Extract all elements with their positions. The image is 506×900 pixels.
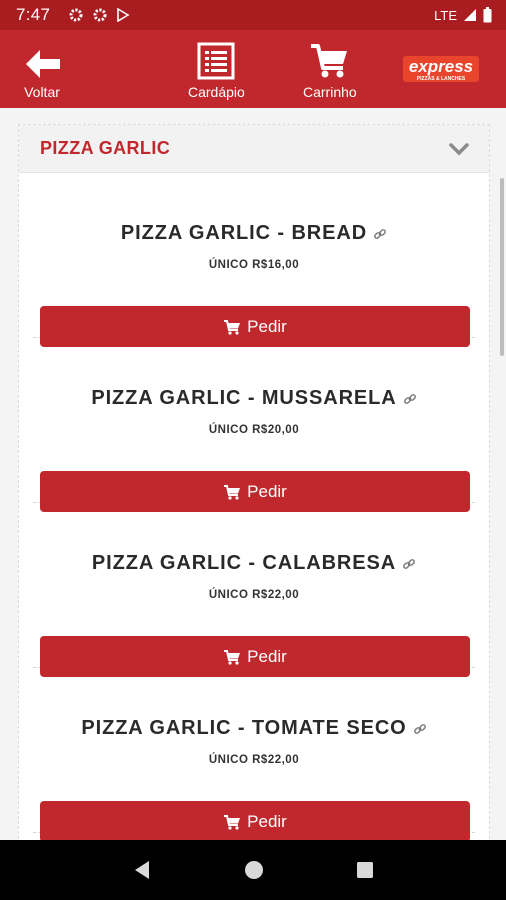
menu-item-name: PIZZA GARLIC - CALABRESA xyxy=(91,552,397,574)
status-time: 7:47 xyxy=(16,5,51,24)
arrow-left-icon xyxy=(26,50,60,78)
menu-item-title: PIZZA GARLIC - MUSSARELA xyxy=(33,387,475,410)
menu-item: PIZZA GARLIC - BREAD ÚNICO R$16,00 Pedir xyxy=(33,173,475,347)
svg-text:PIZZAS & LANCHES: PIZZAS & LANCHES xyxy=(417,76,466,82)
cart-icon xyxy=(310,44,347,78)
home-nav-icon[interactable] xyxy=(243,859,265,881)
menu-item-price: ÚNICO R$22,00 xyxy=(208,589,300,601)
menu-button[interactable]: Cardápio xyxy=(188,30,245,108)
link-icon[interactable] xyxy=(402,557,416,571)
menu-item-price: ÚNICO R$22,00 xyxy=(208,754,300,766)
menu-item: PIZZA GARLIC - MUSSARELA ÚNICO R$20,00 P… xyxy=(33,338,475,512)
order-button-label: Pedir xyxy=(247,481,287,501)
navigation-bar xyxy=(0,840,506,900)
cart-icon xyxy=(224,814,241,830)
menu-item-title: PIZZA GARLIC - TOMATE SECO xyxy=(33,717,475,740)
back-label: Voltar xyxy=(24,84,60,100)
app-header: Voltar Cardápio Carrinho express PIZZAS … xyxy=(0,30,506,108)
signal-icon xyxy=(464,9,476,21)
chevron-down-icon[interactable] xyxy=(449,142,469,156)
menu-item-name: PIZZA GARLIC - TOMATE SECO xyxy=(81,717,407,739)
menu-item: PIZZA GARLIC - CALABRESA ÚNICO R$22,00 P… xyxy=(33,503,475,677)
order-button-label: Pedir xyxy=(247,646,287,666)
status-system-icons: LTE xyxy=(434,7,492,23)
status-notification-icons xyxy=(68,7,130,23)
order-button[interactable]: Pedir xyxy=(40,801,470,840)
menu-item-price: ÚNICO R$16,00 xyxy=(208,259,300,271)
cart-icon xyxy=(224,484,241,500)
cart-icon xyxy=(224,649,241,665)
category-header[interactable]: PIZZA GARLIC xyxy=(19,125,489,173)
cart-button[interactable]: Carrinho xyxy=(303,30,357,108)
svg-text:express: express xyxy=(409,57,473,76)
cart-icon xyxy=(224,319,241,335)
link-icon[interactable] xyxy=(373,227,387,241)
menu-label: Cardápio xyxy=(188,84,245,100)
content-area: PIZZA GARLIC PIZZA GARLIC - BREAD ÚNICO … xyxy=(0,108,506,840)
cart-label: Carrinho xyxy=(303,84,357,100)
menu-item-name: PIZZA GARLIC - BREAD xyxy=(120,222,368,244)
menu-item-title: PIZZA GARLIC - BREAD xyxy=(33,222,475,245)
battery-icon xyxy=(483,7,492,23)
category-title: PIZZA GARLIC xyxy=(40,138,171,158)
status-bar: 7:47 LTE xyxy=(0,0,506,30)
menu-list-icon xyxy=(197,42,235,80)
order-button-label: Pedir xyxy=(247,316,287,336)
settings-icon xyxy=(69,8,83,22)
menu-item: PIZZA GARLIC - TOMATE SECO ÚNICO R$22,00… xyxy=(33,668,475,840)
back-button[interactable]: Voltar xyxy=(22,30,62,108)
settings-icon xyxy=(93,8,107,22)
link-icon[interactable] xyxy=(403,392,417,406)
menu-item-name: PIZZA GARLIC - MUSSARELA xyxy=(91,387,397,409)
link-icon[interactable] xyxy=(413,722,427,736)
menu-item-price: ÚNICO R$20,00 xyxy=(208,424,300,436)
order-button-label: Pedir xyxy=(247,811,287,831)
back-nav-icon[interactable] xyxy=(131,859,153,881)
menu-item-title: PIZZA GARLIC - CALABRESA xyxy=(33,552,475,575)
play-store-icon xyxy=(117,8,130,22)
scrollbar[interactable] xyxy=(500,178,504,356)
express-logo: express PIZZAS & LANCHES xyxy=(403,54,479,84)
category-card: PIZZA GARLIC PIZZA GARLIC - BREAD ÚNICO … xyxy=(18,124,490,840)
recents-nav-icon[interactable] xyxy=(355,860,375,880)
network-type: LTE xyxy=(434,7,457,23)
